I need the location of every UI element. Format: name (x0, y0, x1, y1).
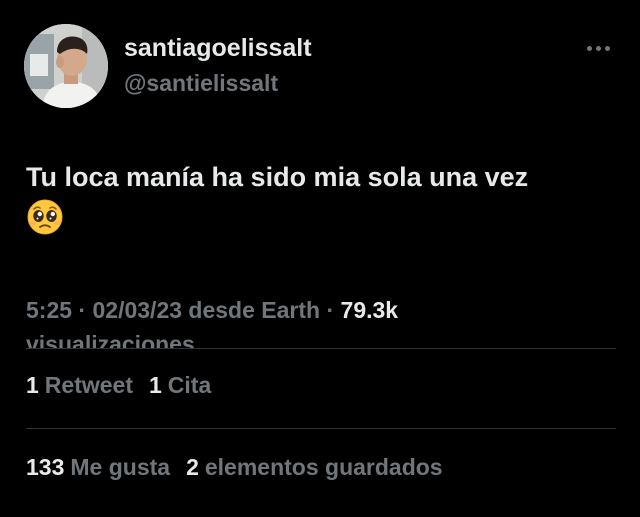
tweet-text: Tu loca manía ha sido mia sola una vez (26, 162, 529, 192)
more-horizontal-icon-dot (604, 45, 610, 51)
bookmarks-label: elementos guardados (204, 454, 443, 480)
pleading-face-emoji (26, 198, 64, 236)
meta-separator: · (320, 297, 341, 323)
likes-label: Me gusta (70, 454, 171, 480)
tweet-source: desde Earth (182, 297, 321, 323)
divider (26, 428, 616, 429)
stats-row-likes: 133 Me gusta 2 elementos guardados (26, 454, 443, 481)
more-options-button[interactable] (580, 36, 616, 60)
user-handle[interactable]: @santielissalt (124, 70, 278, 97)
bookmarks-stat[interactable]: 2 elementos guardados (186, 454, 443, 480)
tweet-detail: santiagoelissalt @santielissalt Tu loca … (0, 0, 640, 517)
views-count: 79.3k (340, 297, 399, 323)
views-label: visualizaciones (26, 331, 195, 349)
avatar-photo (24, 24, 108, 108)
stats-row-retweets: 1 Retweet 1 Cita (26, 372, 211, 399)
bookmarks-count: 2 (186, 454, 199, 480)
quotes-count: 1 (149, 372, 162, 398)
tweet-date[interactable]: 02/03/23 (93, 297, 183, 323)
retweets-count: 1 (26, 372, 39, 398)
display-name[interactable]: santiagoelissalt (124, 34, 312, 63)
likes-count: 133 (26, 454, 65, 480)
tweet-time[interactable]: 5:25 (26, 297, 72, 323)
retweets-stat[interactable]: 1 Retweet (26, 372, 133, 398)
retweets-label: Retweet (44, 372, 133, 398)
likes-stat[interactable]: 133 Me gusta (26, 454, 170, 480)
tweet-metadata: 5:25 · 02/03/23 desde Earth · 79.3k (26, 293, 626, 327)
more-horizontal-icon-dot (595, 45, 601, 51)
more-horizontal-icon (586, 45, 592, 51)
quotes-label: Cita (167, 372, 212, 398)
quotes-stat[interactable]: 1 Cita (149, 372, 211, 398)
meta-separator: · (72, 297, 93, 323)
divider (26, 348, 616, 349)
avatar[interactable] (24, 24, 108, 108)
